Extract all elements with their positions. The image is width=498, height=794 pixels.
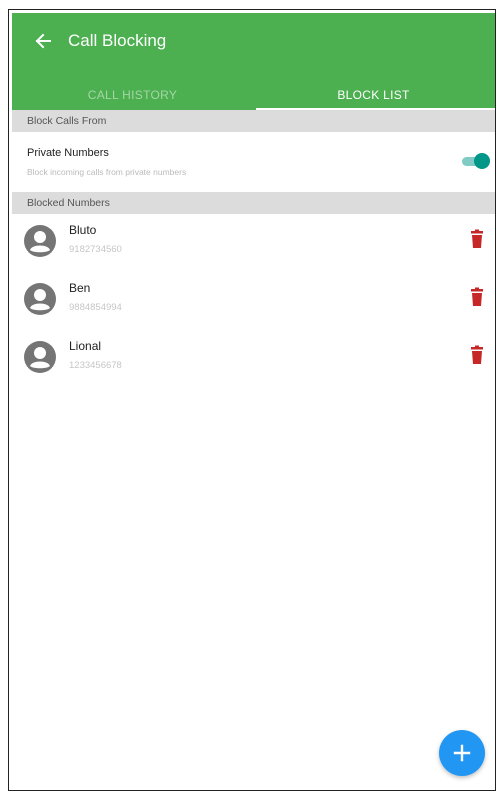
app-screen: Call Blocking CALL HISTORY BLOCK LIST Bl… (8, 9, 496, 791)
private-numbers-title: Private Numbers (27, 147, 109, 159)
contact-name: Bluto (69, 223, 97, 237)
blocked-number-row[interactable]: Ben 9884854994 (12, 272, 495, 330)
delete-icon[interactable] (469, 287, 485, 307)
back-button[interactable] (32, 30, 54, 52)
toggle-knob (474, 153, 490, 169)
section-header-blocked-numbers: Blocked Numbers (12, 192, 495, 214)
private-numbers-toggle[interactable] (460, 151, 490, 171)
arrow-left-icon (35, 33, 51, 49)
person-avatar-icon (24, 225, 56, 257)
contact-number: 1233456678 (69, 360, 122, 371)
blocked-number-row[interactable]: Lional 1233456678 (12, 330, 495, 388)
person-avatar-icon (24, 341, 56, 373)
contact-number: 9182734560 (69, 244, 122, 255)
delete-icon[interactable] (469, 229, 485, 249)
delete-icon[interactable] (469, 345, 485, 365)
contact-number: 9884854994 (69, 302, 122, 313)
add-blocked-number-button[interactable] (439, 730, 485, 776)
private-numbers-subtitle: Block incoming calls from private number… (27, 167, 187, 177)
plus-icon (453, 744, 471, 762)
section-header-block-calls-from: Block Calls From (12, 110, 495, 132)
page-title: Call Blocking (68, 31, 167, 50)
person-avatar-icon (24, 283, 56, 315)
contact-name: Ben (69, 281, 91, 295)
contact-name: Lional (69, 339, 102, 353)
app-bar: Call Blocking CALL HISTORY BLOCK LIST (12, 13, 495, 117)
blocked-number-row[interactable]: Bluto 9182734560 (12, 214, 495, 272)
